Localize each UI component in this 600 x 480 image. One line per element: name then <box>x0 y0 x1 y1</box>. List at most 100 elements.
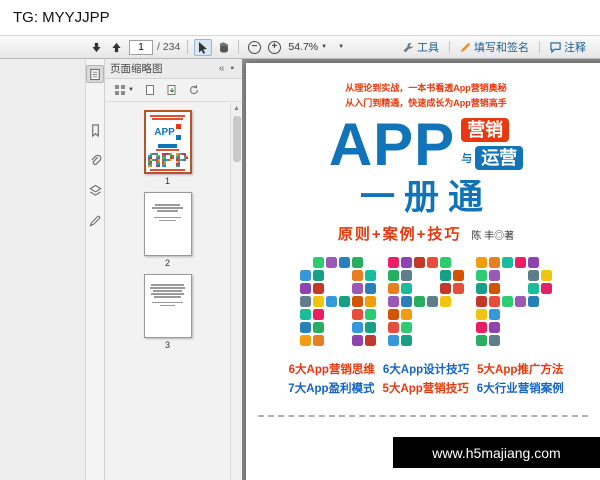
mosaic-tile <box>401 309 412 321</box>
bottom-watermark-bar: www.h5majiang.com <box>393 437 600 468</box>
minus-icon: − <box>247 40 261 54</box>
page-thumbnails-panel-button[interactable] <box>86 65 104 83</box>
chevron-down-icon: ▼ <box>321 44 328 50</box>
mosaic-tile <box>326 309 337 320</box>
mosaic-tile <box>365 322 376 334</box>
mosaic-tile <box>300 270 311 282</box>
toolbar-separator <box>238 40 240 54</box>
mosaic-tile <box>300 296 311 308</box>
chevron-down-icon: ▼ <box>128 87 134 93</box>
signature-panel-button[interactable] <box>86 211 104 229</box>
thumbnail-page-number: 3 <box>164 340 170 350</box>
bookmarks-panel-button[interactable] <box>86 121 104 139</box>
zoom-level-dropdown[interactable]: 54.7% ▼ <box>288 41 327 53</box>
mosaic-tile <box>476 283 487 295</box>
thumbnail-panel: 页面缩略图 « ▪ ▼ APP 1 2 3 ▲ <box>105 59 242 480</box>
mosaic-tile <box>388 322 399 334</box>
mosaic-tile <box>427 257 438 269</box>
mosaic-tile <box>388 270 399 282</box>
mosaic-letter-P <box>476 257 552 347</box>
mosaic-tile <box>313 257 324 269</box>
prev-page-button[interactable] <box>107 39 125 56</box>
rotate-page-button[interactable] <box>185 82 203 99</box>
top-watermark-text: TG: MYYJJPP <box>13 9 110 26</box>
select-tool-button[interactable] <box>194 38 213 56</box>
zoom-out-button[interactable]: − <box>245 39 263 56</box>
comment-label: 注释 <box>564 42 586 54</box>
reduce-thumbnails-button[interactable] <box>141 82 159 99</box>
layers-icon <box>88 184 102 196</box>
mosaic-tile <box>528 296 539 308</box>
mosaic-tile <box>476 309 487 321</box>
mosaic-tile <box>541 270 552 282</box>
mosaic-tile <box>414 335 425 346</box>
left-background-area <box>0 59 85 480</box>
mosaic-tile <box>528 309 539 320</box>
page-thumbnail-3[interactable] <box>143 274 192 338</box>
tools-button[interactable]: 工具 <box>399 39 443 55</box>
next-page-button[interactable] <box>87 39 105 56</box>
mosaic-tile <box>541 335 552 346</box>
thumbnail-item: APP 1 <box>143 110 192 186</box>
mosaic-letter-A <box>147 153 160 167</box>
mosaic-tile <box>326 322 337 333</box>
layers-panel-button[interactable] <box>86 181 104 199</box>
scroll-up-arrow[interactable]: ▲ <box>233 103 240 115</box>
mosaic-tile <box>414 270 425 281</box>
collapse-panel-button[interactable]: « <box>216 63 228 74</box>
mosaic-tile <box>414 257 425 269</box>
mosaic-tile <box>541 322 552 333</box>
mosaic-tile <box>313 335 324 347</box>
mosaic-tile <box>489 270 500 282</box>
mosaic-tile <box>388 257 399 269</box>
mosaic-tile <box>427 270 438 281</box>
cover-tagline-2: 从入门到精通，快速成长为App营销高手 <box>345 97 507 108</box>
mosaic-tile <box>502 335 513 346</box>
cover-title-row: APP 营销 与 运营 <box>246 114 600 174</box>
small-page-icon <box>145 85 154 95</box>
page-number-input[interactable] <box>129 39 153 55</box>
comment-button[interactable]: 注释 <box>546 39 590 55</box>
thumbnail-scrollbar[interactable]: ▲ <box>230 103 242 480</box>
enlarge-thumbnails-button[interactable] <box>163 82 181 99</box>
mosaic-tile <box>489 257 500 269</box>
hand-tool-button[interactable] <box>214 39 232 56</box>
mosaic-tile <box>352 296 363 308</box>
panel-title: 页面缩略图 <box>110 63 163 75</box>
mosaic-tile <box>541 296 552 307</box>
page-thumbnail-2[interactable] <box>143 192 192 256</box>
page-thumbnail-1[interactable]: APP <box>143 110 192 174</box>
thumb-text-line <box>150 115 185 117</box>
mosaic-tile <box>502 283 513 294</box>
document-viewer[interactable]: 从理论到实战，一本书看透App营销奥秘 从入门到精通，快速成长为App营销高手 … <box>242 59 600 480</box>
mosaic-tile <box>352 335 363 347</box>
mosaic-tile <box>401 257 412 269</box>
thumbnail-panel-header: 页面缩略图 « ▪ <box>105 59 242 79</box>
zoom-in-button[interactable]: + <box>265 39 283 56</box>
scrollbar-thumb[interactable] <box>232 116 241 162</box>
mosaic-tile <box>453 283 464 295</box>
mosaic-tile <box>541 283 552 295</box>
attachments-panel-button[interactable] <box>86 151 104 169</box>
fill-sign-button[interactable]: 填写和签名 <box>456 39 533 55</box>
mosaic-tile <box>515 257 526 269</box>
zoom-options-button[interactable]: ▼ <box>332 39 350 56</box>
mosaic-tile <box>365 270 376 282</box>
mosaic-tile <box>427 322 438 333</box>
thumb-cover-title: APP <box>147 121 189 143</box>
mosaic-tile <box>489 335 500 347</box>
panel-menu-button[interactable]: ▪ <box>227 63 237 74</box>
mosaic-tile <box>440 257 451 269</box>
mosaic-tile <box>313 296 324 308</box>
main-toolbar: / 234 − + 54.7% ▼ ▼ 工具 填写和签名 注释 <box>0 36 600 59</box>
mosaic-tile <box>453 296 464 307</box>
mosaic-tile <box>427 335 438 346</box>
mosaic-tile <box>502 257 513 269</box>
mosaic-tile <box>440 322 451 333</box>
cover-slogan: 原则+案例+技巧 <box>337 226 462 244</box>
mosaic-tile <box>502 322 513 333</box>
mosaic-tile <box>313 322 324 334</box>
features-row-1: 6大App营销思维 6大App设计技巧 5大App推广方法 <box>246 361 600 380</box>
book-cover-page: 从理论到实战，一本书看透App营销奥秘 从入门到精通，快速成长为App营销高手 … <box>246 63 600 480</box>
thumbnail-options-button[interactable]: ▼ <box>111 82 137 99</box>
